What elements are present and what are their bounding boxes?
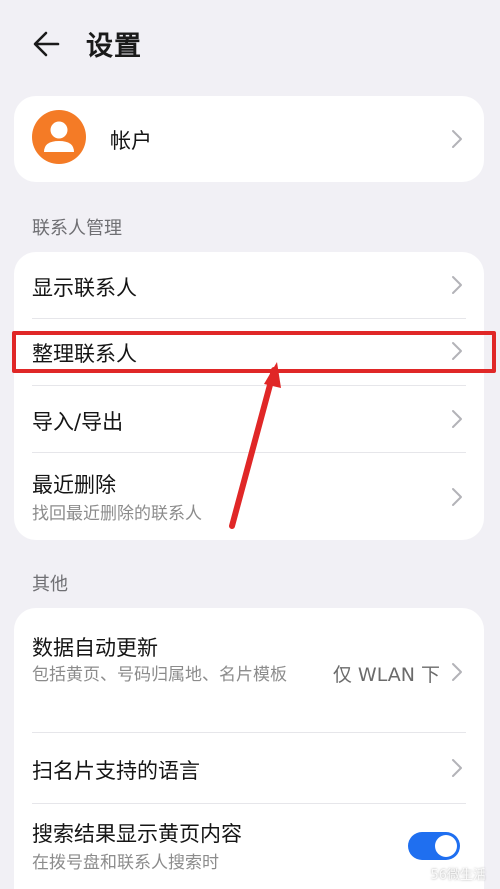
card-language-label: 扫名片支持的语言 (32, 759, 200, 783)
chevron-right-icon (452, 130, 462, 148)
page-title: 设置 (86, 31, 142, 62)
card-language-row[interactable]: 扫名片支持的语言 (14, 733, 484, 803)
import-export-label: 导入/导出 (32, 410, 124, 434)
other-card: 数据自动更新 包括黄页、号码归属地、名片模板 仅 WLAN 下 扫名片支持的语言… (14, 608, 484, 889)
search-yellow-pages-subtitle: 在拨号盘和联系人搜索时 (32, 853, 219, 873)
organize-contacts-row[interactable]: 整理联系人 (14, 319, 484, 385)
back-arrow-icon (33, 31, 60, 57)
show-contacts-row[interactable]: 显示联系人 (14, 252, 484, 318)
chevron-right-icon (452, 342, 462, 360)
search-yellow-pages-toggle[interactable] (408, 832, 460, 860)
chevron-right-icon (452, 759, 462, 777)
recently-deleted-row[interactable]: 最近删除 找回最近删除的联系人 (14, 453, 484, 540)
import-export-row[interactable]: 导入/导出 (14, 386, 484, 452)
watermark: 56微生活 (430, 864, 486, 883)
account-card: 帐户 (14, 96, 484, 182)
avatar-person-icon (44, 121, 74, 152)
auto-update-label: 数据自动更新 (32, 636, 158, 660)
chevron-right-icon (452, 488, 462, 506)
search-yellow-pages-row: 搜索结果显示黄页内容 在拨号盘和联系人搜索时 (14, 804, 484, 889)
auto-update-row[interactable]: 数据自动更新 包括黄页、号码归属地、名片模板 仅 WLAN 下 (14, 608, 484, 732)
recently-deleted-label: 最近删除 (32, 473, 116, 497)
organize-contacts-label: 整理联系人 (32, 342, 137, 366)
show-contacts-label: 显示联系人 (32, 276, 137, 300)
auto-update-subtitle: 包括黄页、号码归属地、名片模板 (32, 665, 287, 685)
auto-update-value: 仅 WLAN 下 (332, 664, 440, 686)
watermark-text: 56微生活 (430, 868, 486, 883)
chevron-right-icon (452, 276, 462, 294)
back-button[interactable] (28, 26, 68, 62)
account-row[interactable]: 帐户 (14, 96, 484, 182)
search-yellow-pages-label: 搜索结果显示黄页内容 (32, 822, 242, 846)
chevron-right-icon (452, 410, 462, 428)
section-label-contacts: 联系人管理 (32, 218, 122, 239)
toggle-knob (435, 835, 457, 857)
account-label: 帐户 (110, 129, 152, 153)
section-label-other: 其他 (32, 574, 68, 595)
header: 设置 (0, 0, 500, 90)
chevron-right-icon (452, 663, 462, 681)
recently-deleted-subtitle: 找回最近删除的联系人 (32, 504, 202, 524)
avatar (32, 110, 86, 164)
contacts-card: 显示联系人 整理联系人 导入/导出 最近删除 找回最近删除的联系人 (14, 252, 484, 540)
